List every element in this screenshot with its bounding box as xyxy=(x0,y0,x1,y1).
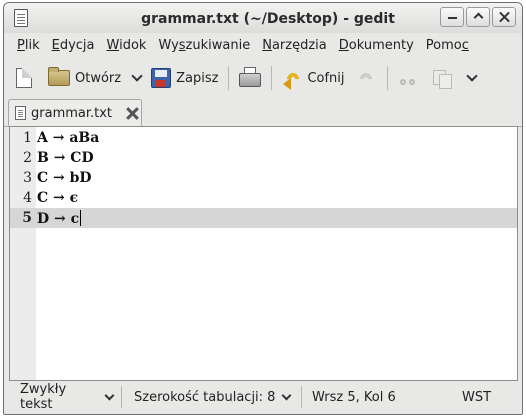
redo-arrow-icon xyxy=(357,68,377,88)
menu-bar: Plik Edycja Widok Wyszukiwanie Narzędzia… xyxy=(4,33,522,57)
document-tab-bar: grammar.txt xyxy=(4,97,522,127)
save-label: Zapisz xyxy=(176,70,219,86)
undo-arrow-icon xyxy=(282,68,302,90)
insert-mode-indicator: WST xyxy=(442,386,499,408)
menu-plik[interactable]: Plik xyxy=(14,38,45,53)
editor-line[interactable]: 1 A → aBa xyxy=(10,128,517,148)
print-button[interactable] xyxy=(235,63,265,93)
toolbar-separator xyxy=(228,66,230,90)
scissors-icon xyxy=(398,68,418,88)
toolbar-separator xyxy=(271,66,273,90)
new-document-button[interactable] xyxy=(12,63,36,93)
cursor-position-label: Wrsz 5, Kol 6 xyxy=(312,389,396,405)
menu-dokumenty[interactable]: Dokumenty xyxy=(336,38,419,53)
menu-mnemonic: P xyxy=(17,37,25,53)
folder-icon xyxy=(48,67,70,86)
gedit-window: grammar.txt (~/Desktop) - gedit Plik Edy… xyxy=(3,2,523,415)
text-caret xyxy=(80,210,82,226)
title-bar[interactable]: grammar.txt (~/Desktop) - gedit xyxy=(4,3,522,33)
menu-pomoc[interactable]: Pomoc xyxy=(423,38,474,53)
floppy-disk-icon xyxy=(151,68,172,88)
line-text[interactable]: B → CD xyxy=(37,150,94,166)
printer-icon xyxy=(239,67,262,87)
close-window-button[interactable] xyxy=(492,7,516,27)
cut-button[interactable] xyxy=(394,63,422,93)
insert-mode-label: WST xyxy=(462,389,492,405)
menu-label: zukiwanie xyxy=(185,37,251,53)
language-selector[interactable]: Zwykły tekst xyxy=(4,382,122,412)
open-recent-dropdown-chevron-icon[interactable] xyxy=(131,70,143,82)
menu-label: lik xyxy=(24,37,40,53)
menu-label: arzędzia xyxy=(271,37,327,53)
line-text[interactable]: C → bD xyxy=(37,170,92,186)
minimize-button[interactable] xyxy=(440,7,464,27)
cursor-position: Wrsz 5, Kol 6 xyxy=(302,386,442,408)
line-number: 4 xyxy=(23,190,32,206)
menu-label-pre: Pomo xyxy=(425,37,462,53)
menu-mnemonic: D xyxy=(338,37,349,53)
text-document-icon xyxy=(15,106,26,120)
line-text[interactable]: C → ϵ xyxy=(37,190,78,206)
tab-width-label: Szerokość tabulacji: 8 xyxy=(134,389,276,405)
menu-label: dycja xyxy=(59,37,95,53)
editor-line[interactable]: 2 B → CD xyxy=(10,148,517,168)
redo-button[interactable] xyxy=(353,63,381,93)
open-button[interactable]: Otwórz xyxy=(44,63,125,93)
menu-mnemonic: s xyxy=(178,37,186,53)
line-number: 2 xyxy=(23,150,32,166)
copy-icon xyxy=(432,68,452,89)
open-label: Otwórz xyxy=(75,70,122,86)
toolbar-separator xyxy=(386,66,388,90)
chevron-down-icon xyxy=(282,390,292,400)
line-text-with-caret[interactable]: D → c xyxy=(37,210,82,227)
chevron-down-icon xyxy=(104,390,115,400)
toolbar-overflow-chevron-icon[interactable] xyxy=(465,70,478,82)
save-button[interactable]: Zapisz xyxy=(147,63,222,93)
undo-label: Cofnij xyxy=(307,70,345,86)
menu-label-pre: Wy xyxy=(158,37,179,53)
menu-mnemonic: E xyxy=(51,37,60,53)
line-number: 3 xyxy=(23,170,32,186)
menu-widok[interactable]: Widok xyxy=(104,38,152,53)
menu-mnemonic: c xyxy=(461,37,469,53)
new-document-icon xyxy=(16,68,32,88)
status-bar: Zwykły tekst Szerokość tabulacji: 8 Wrsz… xyxy=(4,382,522,412)
menu-label: okumenty xyxy=(348,37,414,53)
tab-label: grammar.txt xyxy=(31,105,113,121)
menu-mnemonic: N xyxy=(262,37,272,53)
line-text[interactable]: D → c xyxy=(37,211,79,227)
tab-grammar-txt[interactable]: grammar.txt xyxy=(8,99,142,126)
maximize-button[interactable] xyxy=(466,7,490,27)
menu-narzedzia[interactable]: Narzędzia xyxy=(259,38,332,53)
close-tab-icon[interactable] xyxy=(125,106,139,120)
menu-edycja[interactable]: Edycja xyxy=(49,38,100,53)
menu-wyszukiwanie[interactable]: Wyszukiwanie xyxy=(155,38,255,53)
tab-width-selector[interactable]: Szerokość tabulacji: 8 xyxy=(122,386,302,408)
menu-label: idok xyxy=(119,37,147,53)
copy-button[interactable] xyxy=(428,63,456,93)
menu-mnemonic: W xyxy=(106,37,120,53)
editor-line[interactable]: 3 C → bD xyxy=(10,168,517,188)
line-number: 5 xyxy=(22,210,32,226)
text-editor-area[interactable]: 1 A → aBa 2 B → CD 3 C → bD 4 C → ϵ 5 D … xyxy=(9,126,518,381)
line-number: 1 xyxy=(23,130,32,146)
language-label: Zwykły tekst xyxy=(20,382,67,412)
line-text[interactable]: A → aBa xyxy=(37,130,99,146)
editor-line[interactable]: 4 C → ϵ xyxy=(10,188,517,208)
window-controls xyxy=(440,7,516,27)
toolbar: Otwórz Zapisz Cofnij xyxy=(4,59,522,97)
editor-line-current[interactable]: 5 D → c xyxy=(10,208,517,228)
undo-button[interactable]: Cofnij xyxy=(278,63,348,93)
